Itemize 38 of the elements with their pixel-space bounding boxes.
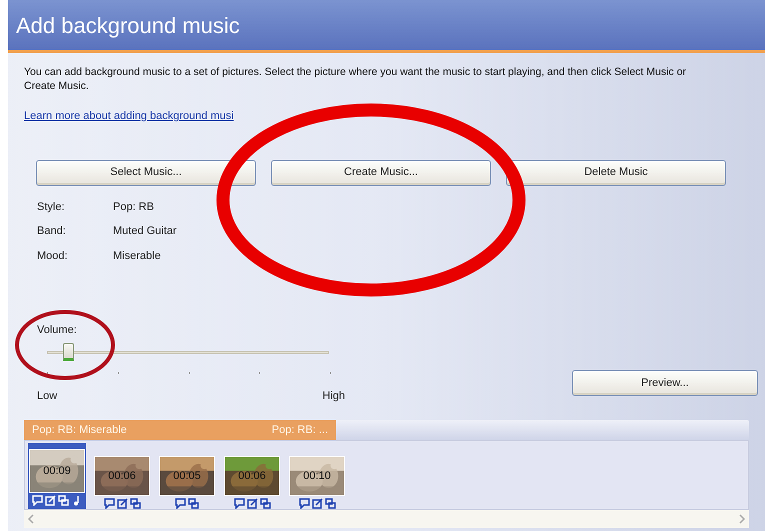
overlapping-squares-icon[interactable] [188, 498, 199, 509]
detail-value: Muted Guitar [113, 224, 177, 239]
duration-label: 00:06 [238, 470, 266, 482]
window-title: Add background music [16, 12, 240, 40]
detail-label: Band: [37, 224, 66, 239]
duration-label: 00:05 [173, 470, 201, 482]
volume-min-label: Low [37, 388, 58, 404]
volume-slider-thumb[interactable] [62, 342, 74, 360]
detail-label: Style: [37, 200, 65, 214]
volume-label: Volume: [37, 323, 77, 338]
music-note-icon[interactable] [71, 495, 82, 506]
music-button[interactable]: Create Music... [271, 160, 491, 186]
pencil-square-icon[interactable] [116, 498, 128, 509]
overlapping-squares-icon[interactable] [260, 498, 270, 509]
music-clip-label: Pop: RB: ... [272, 422, 328, 438]
pencil-square-icon[interactable] [312, 498, 322, 509]
volume-max-label: High [322, 388, 345, 404]
speech-bubble-icon[interactable] [175, 498, 186, 509]
speech-bubble-icon[interactable] [298, 498, 310, 509]
overlapping-squares-icon[interactable] [58, 495, 69, 506]
learn-more-link[interactable]: Learn more about adding background musi [24, 108, 234, 124]
detail-value: Pop: RB [113, 200, 154, 214]
duration-label: 00:10 [303, 470, 331, 482]
pencil-square-icon[interactable] [246, 498, 258, 509]
intro-text: You can add background music to a set of pictures. Select the picture where you want the music to start playing, and then click Select Music or Create Music. [24, 65, 688, 93]
picture-tile[interactable]: 00:09 [28, 443, 86, 509]
music-button[interactable]: Delete Music [506, 160, 726, 186]
music-button[interactable]: Select Music... [36, 160, 256, 186]
speech-bubble-icon[interactable] [234, 498, 244, 509]
duration-label: 00:06 [108, 470, 136, 482]
overlapping-squares-icon[interactable] [130, 498, 140, 509]
speech-bubble-icon[interactable] [104, 498, 114, 509]
detail-label: Mood: [37, 248, 68, 264]
detail-value: Miserable [113, 248, 161, 264]
duration-label: 00:09 [43, 465, 71, 477]
overlapping-squares-icon[interactable] [324, 498, 336, 509]
music-clip-label: Pop: RB: Miserable [32, 422, 127, 438]
preview-button[interactable]: Preview... [572, 370, 758, 396]
